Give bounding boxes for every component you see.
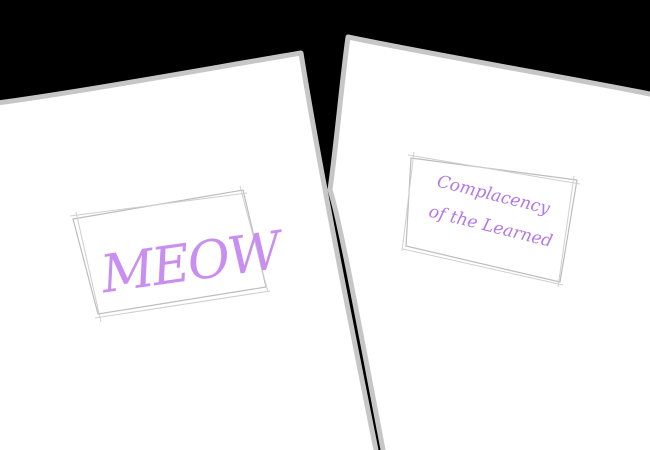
- sketch-canvas: MEOW Complacency of the Learned: [0, 0, 650, 450]
- right-sheet: Complacency of the Learned: [327, 34, 650, 450]
